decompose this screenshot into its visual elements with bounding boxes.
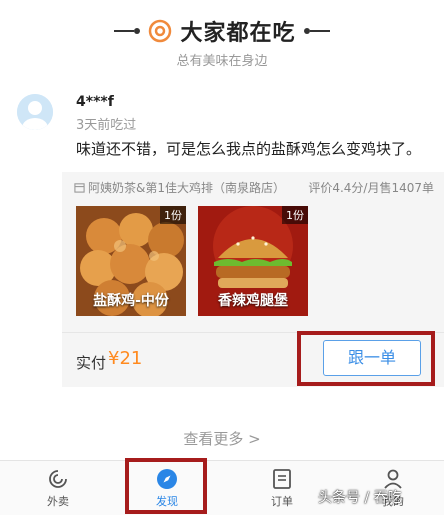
dish-name: 盐酥鸡-中份	[93, 293, 169, 309]
shop-icon	[74, 182, 85, 193]
dish-card[interactable]: 1份 盐酥鸡-中份	[76, 206, 186, 316]
tab-label: 外卖	[47, 495, 69, 508]
see-more-link[interactable]: 查看更多 >	[0, 428, 444, 449]
watermark: 头条号 / 吞吃	[318, 490, 402, 506]
store-row[interactable]: 阿姨奶茶&第1佳大鸡排（南泉路店） 评价4.4分/月售1407单	[74, 179, 434, 195]
username[interactable]: 4***f	[76, 94, 114, 110]
tab-orders[interactable]: 订单	[252, 467, 312, 509]
tab-waimai[interactable]: 外卖	[28, 467, 88, 509]
section-title: 大家都在吃	[180, 21, 296, 46]
highlight-box-discover	[125, 458, 207, 514]
order-list-icon	[273, 469, 291, 489]
avatar[interactable]	[17, 94, 53, 130]
pay-amount: ¥21	[108, 348, 143, 369]
spoon-logo-icon	[149, 19, 172, 43]
quantity-badge: 1份	[160, 206, 186, 224]
review-text: 味道还不错，可是怎么我点的盐酥鸡怎么变鸡块了。	[76, 140, 422, 158]
section-header: 大家都在吃 总有美味在身边	[0, 14, 444, 69]
dish-name: 香辣鸡腿堡	[218, 293, 288, 309]
quantity-badge: 1份	[282, 206, 308, 224]
store-stats: 评价4.4分/月售1407单	[308, 181, 434, 195]
review-time: 3天前吃过	[76, 118, 137, 133]
pay-label: 实付	[76, 354, 107, 372]
section-subtitle: 总有美味在身边	[176, 54, 268, 69]
store-name: 阿姨奶茶&第1佳大鸡排（南泉路店）	[88, 180, 285, 195]
title-row: 大家都在吃	[0, 14, 444, 48]
highlight-box-follow	[297, 331, 435, 386]
left-decoration	[114, 28, 141, 34]
default-avatar-icon	[17, 94, 53, 130]
right-decoration	[303, 28, 330, 34]
dish-card[interactable]: 1份 香辣鸡腿堡	[198, 206, 308, 316]
tab-label: 订单	[271, 495, 293, 508]
store-name-wrap: 阿姨奶茶&第1佳大鸡排（南泉路店）	[74, 179, 285, 195]
waimai-icon	[49, 470, 67, 488]
